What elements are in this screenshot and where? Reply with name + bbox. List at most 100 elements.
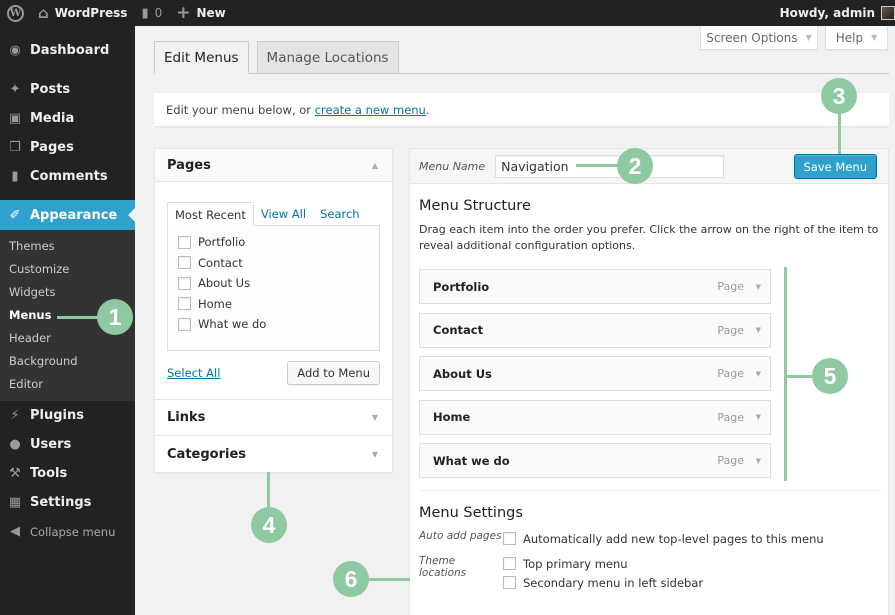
plus-icon: + [176,3,191,23]
sidebar-label: Media [30,111,75,126]
sidebar-item-comments[interactable]: ▮ Comments [0,162,135,191]
create-new-menu-link[interactable]: create a new menu [315,103,426,117]
tab-edit-menus[interactable]: Edit Menus [154,41,249,74]
site-name-link[interactable]: ⌂ WordPress [31,0,134,26]
menu-item-row[interactable]: What we do Page ▼ [419,443,771,478]
submenu-customize[interactable]: Customize [0,257,135,280]
sidebar-item-appearance[interactable]: ✐ Appearance [0,200,135,230]
checkbox[interactable] [178,256,191,270]
new-content-link[interactable]: + New [169,0,233,26]
categories-section-header[interactable]: Categories ▼ [155,436,392,472]
media-icon: ▣ [8,111,22,126]
paintbrush-icon: ✐ [9,207,21,223]
subtab-search[interactable]: Search [313,202,367,225]
my-account-link[interactable]: Howdy, admin [773,0,895,26]
pages-section-header[interactable]: Pages ▲ [155,149,392,182]
new-label: New [196,6,226,20]
callout-6: 6 [333,561,369,597]
dropdown-arrow-icon: ▼ [805,33,812,42]
comment-bubble-icon: ▮ [141,5,149,21]
dropdown-arrow-icon: ▼ [871,33,878,42]
callout-1: 1 [97,299,133,335]
expand-down-icon: ▼ [371,413,378,422]
sidebar-item-pages[interactable]: ❒ Pages [0,133,135,162]
menu-item-row[interactable]: Home Page ▼ [419,399,771,435]
menu-item-row[interactable]: Portfolio Page ▼ [419,269,771,304]
theme-location-option[interactable]: Top primary menu [503,554,703,573]
wordpress-logo-icon: W [7,4,24,22]
expand-item-icon[interactable]: ▼ [756,370,761,378]
callout-bracket-5 [784,267,787,481]
help-button[interactable]: Help ▼ [825,26,888,50]
page-checkbox-row[interactable]: About Us [178,273,369,294]
avatar [881,6,895,20]
screen-options-button[interactable]: Screen Options ▼ [700,26,818,50]
menu-item-type: Page [717,323,744,337]
pages-section-title: Pages [167,157,211,173]
checkbox[interactable] [178,297,191,311]
checkbox[interactable] [503,557,516,570]
tab-manage-locations[interactable]: Manage Locations [256,41,399,73]
sidebar-item-settings[interactable]: ▦ Settings [0,488,135,517]
expand-item-icon[interactable]: ▼ [756,457,761,465]
menu-item-row[interactable]: About Us Page ▼ [419,356,771,391]
add-to-menu-button[interactable]: Add to Menu [287,361,380,385]
checkbox[interactable] [178,317,191,331]
page-label: What we do [198,317,267,332]
page-label: Portfolio [198,235,246,250]
checkbox[interactable] [178,276,191,290]
callout-4: 4 [251,507,287,543]
checkbox[interactable] [503,576,516,589]
subtab-view-all[interactable]: View All [254,202,313,225]
sidebar-item-users[interactable]: ● Users [0,430,135,459]
sidebar-label: Users [30,437,72,452]
page-checkbox-row[interactable]: What we do [178,314,369,335]
menu-item-type: Page [717,410,744,424]
menu-item-type: Page [717,280,744,293]
collapse-up-icon: ▲ [371,160,378,170]
expand-item-icon[interactable]: ▼ [756,413,761,421]
collapse-menu-button[interactable]: ◀ Collapse menu [0,517,135,546]
links-section-header[interactable]: Links ▼ [155,400,392,436]
page-checkbox-row[interactable]: Contact [178,253,369,274]
submenu-editor[interactable]: Editor [0,372,135,395]
page-checkbox-row[interactable]: Portfolio [178,232,369,253]
sidebar-item-dashboard[interactable]: ◉ Dashboard [0,36,135,65]
auto-add-option[interactable]: Automatically add new top-level pages to… [503,529,824,548]
comment-icon: ▮ [11,169,19,184]
pages-icon: ❒ [9,140,21,155]
sidebar-label: Plugins [30,408,84,423]
menu-item-row[interactable]: Contact Page ▼ [419,312,771,348]
select-all-link[interactable]: Select All [167,366,220,380]
submenu-themes[interactable]: Themes [0,234,135,257]
sidebar-label: Appearance [30,207,118,223]
option-label: Automatically add new top-level pages to… [523,531,824,546]
theme-locations-row: Theme locations Top primary menu Seconda… [419,554,879,592]
save-menu-button[interactable]: Save Menu [793,154,877,179]
callout-2: 2 [617,148,653,184]
expand-item-icon[interactable]: ▼ [756,283,761,291]
subtab-most-recent[interactable]: Most Recent [167,202,254,226]
page-checkbox-row[interactable]: Home [178,294,369,315]
expand-item-icon[interactable]: ▼ [756,326,761,334]
links-section-title: Links [167,410,206,425]
dashboard-icon: ◉ [9,43,21,58]
comments-link[interactable]: ▮ 0 [134,0,169,26]
menu-settings: Menu Settings Auto add pages Automatical… [419,505,879,592]
sidebar-item-plugins[interactable]: ⚡ Plugins [0,401,135,430]
theme-location-option[interactable]: Secondary menu in left sidebar [503,573,703,592]
site-name: WordPress [54,6,128,20]
submenu-background[interactable]: Background [0,349,135,372]
option-label: Secondary menu in left sidebar [523,575,704,590]
wp-logo-menu[interactable]: W [0,0,31,26]
sidebar-item-tools[interactable]: ⚒ Tools [0,459,135,488]
section-divider [419,490,881,491]
plug-icon: ⚡ [10,408,20,423]
sidebar-item-media[interactable]: ▣ Media [0,104,135,133]
checkbox[interactable] [503,532,516,545]
option-label: Top primary menu [523,556,628,571]
sidebar-label: Settings [30,495,92,510]
sidebar-item-posts[interactable]: ✦ Posts [0,75,135,104]
add-menu-items-accordion: Pages ▲ Most Recent View All Search Port… [154,148,393,473]
checkbox[interactable] [178,235,191,249]
